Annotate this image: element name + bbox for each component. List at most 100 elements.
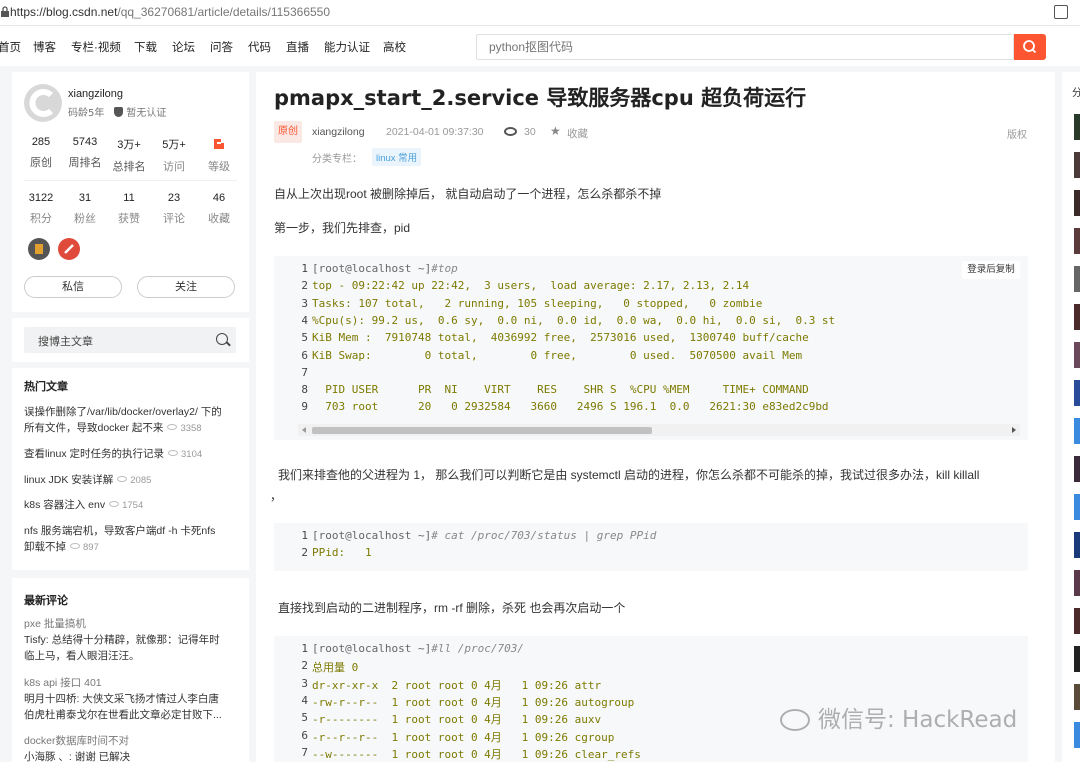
nav-blog[interactable]: 博客 <box>33 39 56 55</box>
stat-total-rank[interactable]: 3万+ 总排名 <box>107 136 151 174</box>
comment-item[interactable]: docker数据库时间不对 小海豚 、: 谢谢 已解决 <box>24 733 239 762</box>
watermark-text: 微信号: HackRead <box>818 707 1018 733</box>
thumbnail[interactable] <box>1074 380 1080 406</box>
comment-item[interactable]: pxe 批量搞机 Tisfy: 总结得十分精辟，就像那：记得年时 临上马，看人眼泪汪… <box>24 616 239 664</box>
view-count: 30 <box>524 126 536 138</box>
category-label: 分类专栏： <box>312 154 362 165</box>
category-tag[interactable]: linux 常用 <box>372 148 422 166</box>
code-text: [root@localhost ~]# cat /proc/703/status… <box>312 529 657 542</box>
hot-article-item[interactable]: 误操作删除了/var/lib/docker/overlay2/ 下的 所有文件，导… <box>24 404 239 437</box>
code-text: 总用量 0 <box>312 661 359 675</box>
stat-fans: 31 粉丝 <box>74 192 96 225</box>
url-text[interactable]: https://blog.csdn.net/qq_36270681/articl… <box>10 5 330 19</box>
line-number: 2 <box>301 279 308 293</box>
thumbnail[interactable] <box>1074 228 1080 254</box>
hot-article-item[interactable]: k8s 容器注入 env 1754 <box>24 497 239 514</box>
scroll-left-arrow[interactable] <box>302 427 306 433</box>
nav-code[interactable]: 代码 <box>248 39 271 55</box>
extension-icon[interactable] <box>1054 5 1068 19</box>
line-number: 2 <box>301 546 308 560</box>
site-search-input[interactable] <box>477 35 1013 59</box>
line-number: 3 <box>301 296 308 310</box>
scroll-right-arrow[interactable] <box>1012 427 1016 433</box>
star-icon[interactable]: ★ <box>550 124 561 138</box>
nav-forum[interactable]: 论坛 <box>172 39 195 55</box>
line-number: 5 <box>301 711 308 725</box>
badge-icon[interactable] <box>28 238 50 260</box>
code-text: top - 09:22:42 up 22:42, 3 users, load a… <box>312 279 750 293</box>
thumbnail[interactable] <box>1074 608 1080 634</box>
original-badge: 原创 <box>274 121 302 143</box>
eye-icon <box>504 127 517 136</box>
nav-column-video[interactable]: 专栏·视频 <box>71 39 121 55</box>
code-text: Tasks: 107 total, 2 running, 105 sleepin… <box>312 296 763 310</box>
thumbnail[interactable] <box>1074 266 1080 292</box>
hot-article-item[interactable]: 查看linux 定时任务的执行记录 3104 <box>24 446 239 463</box>
thumbnail[interactable] <box>1074 570 1080 596</box>
blog-search-card: 搜博主文章 <box>12 318 249 362</box>
thumbnail[interactable] <box>1074 646 1080 672</box>
copy-button[interactable]: 登录后复制 <box>962 261 1020 279</box>
message-button[interactable]: 私信 <box>24 276 122 298</box>
thumbnail[interactable] <box>1074 684 1080 710</box>
page-info-icon[interactable] <box>0 6 10 18</box>
stat-likes: 11 获赞 <box>118 192 140 225</box>
author-info: 码龄5年 暂无认证 <box>68 104 166 119</box>
copyright-link[interactable]: 版权 <box>1007 126 1027 141</box>
blog-search-input[interactable]: 搜博主文章 <box>24 327 236 353</box>
blog-search-placeholder: 搜博主文章 <box>38 335 93 348</box>
site-search[interactable] <box>476 34 1014 60</box>
thumbnail[interactable] <box>1074 532 1080 558</box>
eye-icon <box>117 476 128 482</box>
badge-icon[interactable] <box>58 238 80 260</box>
nav-certification[interactable]: 能力认证 <box>324 39 370 55</box>
thumbnail[interactable] <box>1074 722 1080 748</box>
favorite-link[interactable]: 收藏 <box>567 126 588 141</box>
code-block: 1 [root@localhost ~]#ll /proc/703/2 总用量 0 3… <box>274 636 1028 762</box>
follow-button[interactable]: 关注 <box>137 276 235 298</box>
nav-college[interactable]: 高校 <box>383 39 406 55</box>
thumbnail[interactable] <box>1074 152 1080 178</box>
certification-status: 暂无认证 <box>126 108 167 119</box>
stat-level[interactable]: 等级 <box>197 136 241 174</box>
avatar[interactable] <box>24 84 62 122</box>
thumbnail[interactable] <box>1074 304 1080 330</box>
comment-item[interactable]: k8s api 接口 401 明月十四桥: 大侠文采飞扬才情过人李白唐 伯虎杜甫泰戈… <box>24 675 239 723</box>
line-number: 9 <box>301 400 308 414</box>
address-bar[interactable]: https://blog.csdn.net/qq_36270681/articl… <box>0 0 1080 26</box>
nav-home[interactable]: 首页 <box>0 39 21 55</box>
line-number: 6 <box>301 728 308 742</box>
hot-article-item[interactable]: nfs 服务端宕机，导致客户端df -h 卡死nfs 卸载不掉 897 <box>24 523 239 556</box>
thumbnail[interactable] <box>1074 114 1080 140</box>
top-nav: 首页 博客 专栏·视频 下载 论坛 问答 代码 直播 能力认证 高校 <box>0 26 1080 66</box>
thumbnail[interactable] <box>1074 494 1080 520</box>
thumbnail[interactable] <box>1074 342 1080 368</box>
wechat-watermark: 微信号: HackRead <box>780 700 1017 734</box>
article-main: pmapx_start_2.service 导致服务器cpu 超负荷运行 原创 … <box>256 72 1055 762</box>
stat-weekly-rank[interactable]: 5743 周排名 <box>63 136 107 170</box>
author-name[interactable]: xiangzilong <box>68 88 123 100</box>
code-text: --w------- 1 root root 0 4月 1 09:26 clea… <box>312 747 641 761</box>
article-author[interactable]: xiangzilong <box>312 126 365 138</box>
nav-qa[interactable]: 问答 <box>210 39 233 55</box>
horizontal-scrollbar[interactable] <box>298 424 1020 436</box>
line-number: 1 <box>301 262 308 275</box>
code-text: PPid: 1 <box>312 546 372 560</box>
code-text: 703 root 20 0 2932584 3660 2496 S 196.1 … <box>312 400 829 414</box>
code-age: 码龄5年 <box>68 108 105 119</box>
nav-live[interactable]: 直播 <box>286 39 309 55</box>
stat-favorites: 46 收藏 <box>208 192 230 225</box>
thumbnail[interactable] <box>1074 190 1080 216</box>
thumbnail[interactable] <box>1074 456 1080 482</box>
line-number: 4 <box>301 693 308 707</box>
stat-original[interactable]: 285 原创 <box>19 136 63 170</box>
url-host: https://blog.csdn.net <box>10 5 118 19</box>
thumbnail[interactable] <box>1074 418 1080 444</box>
nav-download[interactable]: 下载 <box>134 39 157 55</box>
search-icon[interactable] <box>216 333 228 345</box>
search-button[interactable] <box>1014 34 1046 60</box>
hot-article-item[interactable]: linux JDK 安装详解 2085 <box>24 472 239 489</box>
stat-comments: 23 评论 <box>163 192 185 225</box>
eye-icon <box>168 450 179 456</box>
scrollbar-thumb[interactable] <box>312 427 652 434</box>
